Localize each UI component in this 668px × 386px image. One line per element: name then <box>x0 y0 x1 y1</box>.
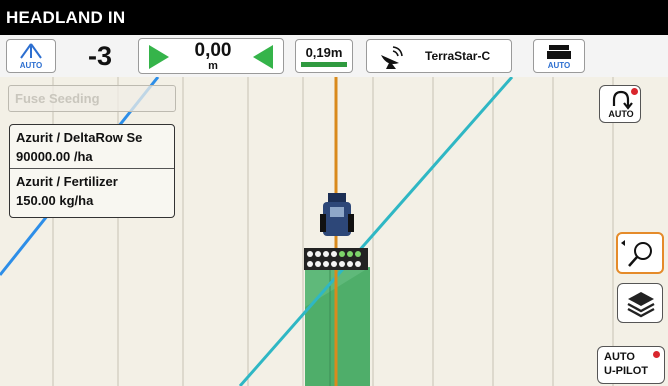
cross-track-deviation: 0,00 m <box>138 38 284 74</box>
alert-dot <box>653 351 660 358</box>
fuse-seeding-label: Fuse Seeding <box>15 91 100 106</box>
product-rate: 150.00 kg/ha <box>16 193 94 208</box>
tractor-mode-label: AUTO <box>548 61 571 70</box>
field-map-view[interactable]: Fuse Seeding Azurit / DeltaRow Se 90000.… <box>0 77 668 386</box>
auto-headland-turn-button[interactable]: AUTO <box>599 85 641 123</box>
correction-source-label: TerraStar-C <box>425 49 491 63</box>
deviation-unit: m <box>208 60 218 72</box>
tractor-auto-button[interactable]: AUTO <box>533 39 585 73</box>
tractor-auto-icon: AUTO <box>547 45 571 70</box>
product-name: Azurit / Fertilizer <box>16 174 118 189</box>
product-rate: 90000.00 /ha <box>16 149 93 164</box>
layers-icon <box>627 292 655 318</box>
product-name: Azurit / DeltaRow Se <box>16 130 143 145</box>
line-offset-value: -3 <box>88 41 113 71</box>
tractor-icon <box>320 193 354 236</box>
ab-line-cyan <box>238 77 514 386</box>
deviation-value: 0,00 <box>194 40 232 61</box>
alert-dot <box>631 88 638 95</box>
headland-status-bar: HEADLAND IN <box>0 0 668 35</box>
product-rates-panel[interactable]: Azurit / DeltaRow Se 90000.00 /ha Azurit… <box>9 124 175 218</box>
product-item: Azurit / Fertilizer 150.00 kg/ha <box>10 169 174 208</box>
headland-status-title: HEADLAND IN <box>6 8 126 27</box>
steer-mode-button[interactable]: AUTO <box>6 39 56 73</box>
auto-headland-label: AUTO <box>608 109 633 119</box>
product-item: Azurit / DeltaRow Se 90000.00 /ha <box>10 125 174 169</box>
zoom-button[interactable] <box>616 232 664 274</box>
gps-accuracy-bar <box>301 62 347 67</box>
steering-auto-icon: AUTO <box>20 43 43 70</box>
steer-right-arrow-icon <box>149 45 169 69</box>
steer-left-arrow-icon <box>253 45 273 69</box>
map-layers-button[interactable] <box>617 283 663 323</box>
fuse-seeding-button[interactable]: Fuse Seeding <box>8 85 176 112</box>
autopilot-button[interactable]: AUTO U-PILOT <box>597 346 665 384</box>
gps-accuracy-indicator[interactable]: 0,19m <box>295 39 353 73</box>
steer-mode-label: AUTO <box>20 61 43 70</box>
gps-accuracy-value: 0,19m <box>305 45 343 60</box>
satellite-dish-icon <box>381 46 403 69</box>
correction-signal-button[interactable]: TerraStar-C <box>366 39 512 73</box>
seeder-implement <box>304 248 368 270</box>
autopilot-label-line2: U-PILOT <box>604 365 648 377</box>
autopilot-label-line1: AUTO <box>604 351 635 363</box>
instrument-bar: AUTO -3 0,00 m 0,19m TerraStar-C AUTO <box>0 35 668 78</box>
zoom-magnifier-icon <box>621 240 652 267</box>
